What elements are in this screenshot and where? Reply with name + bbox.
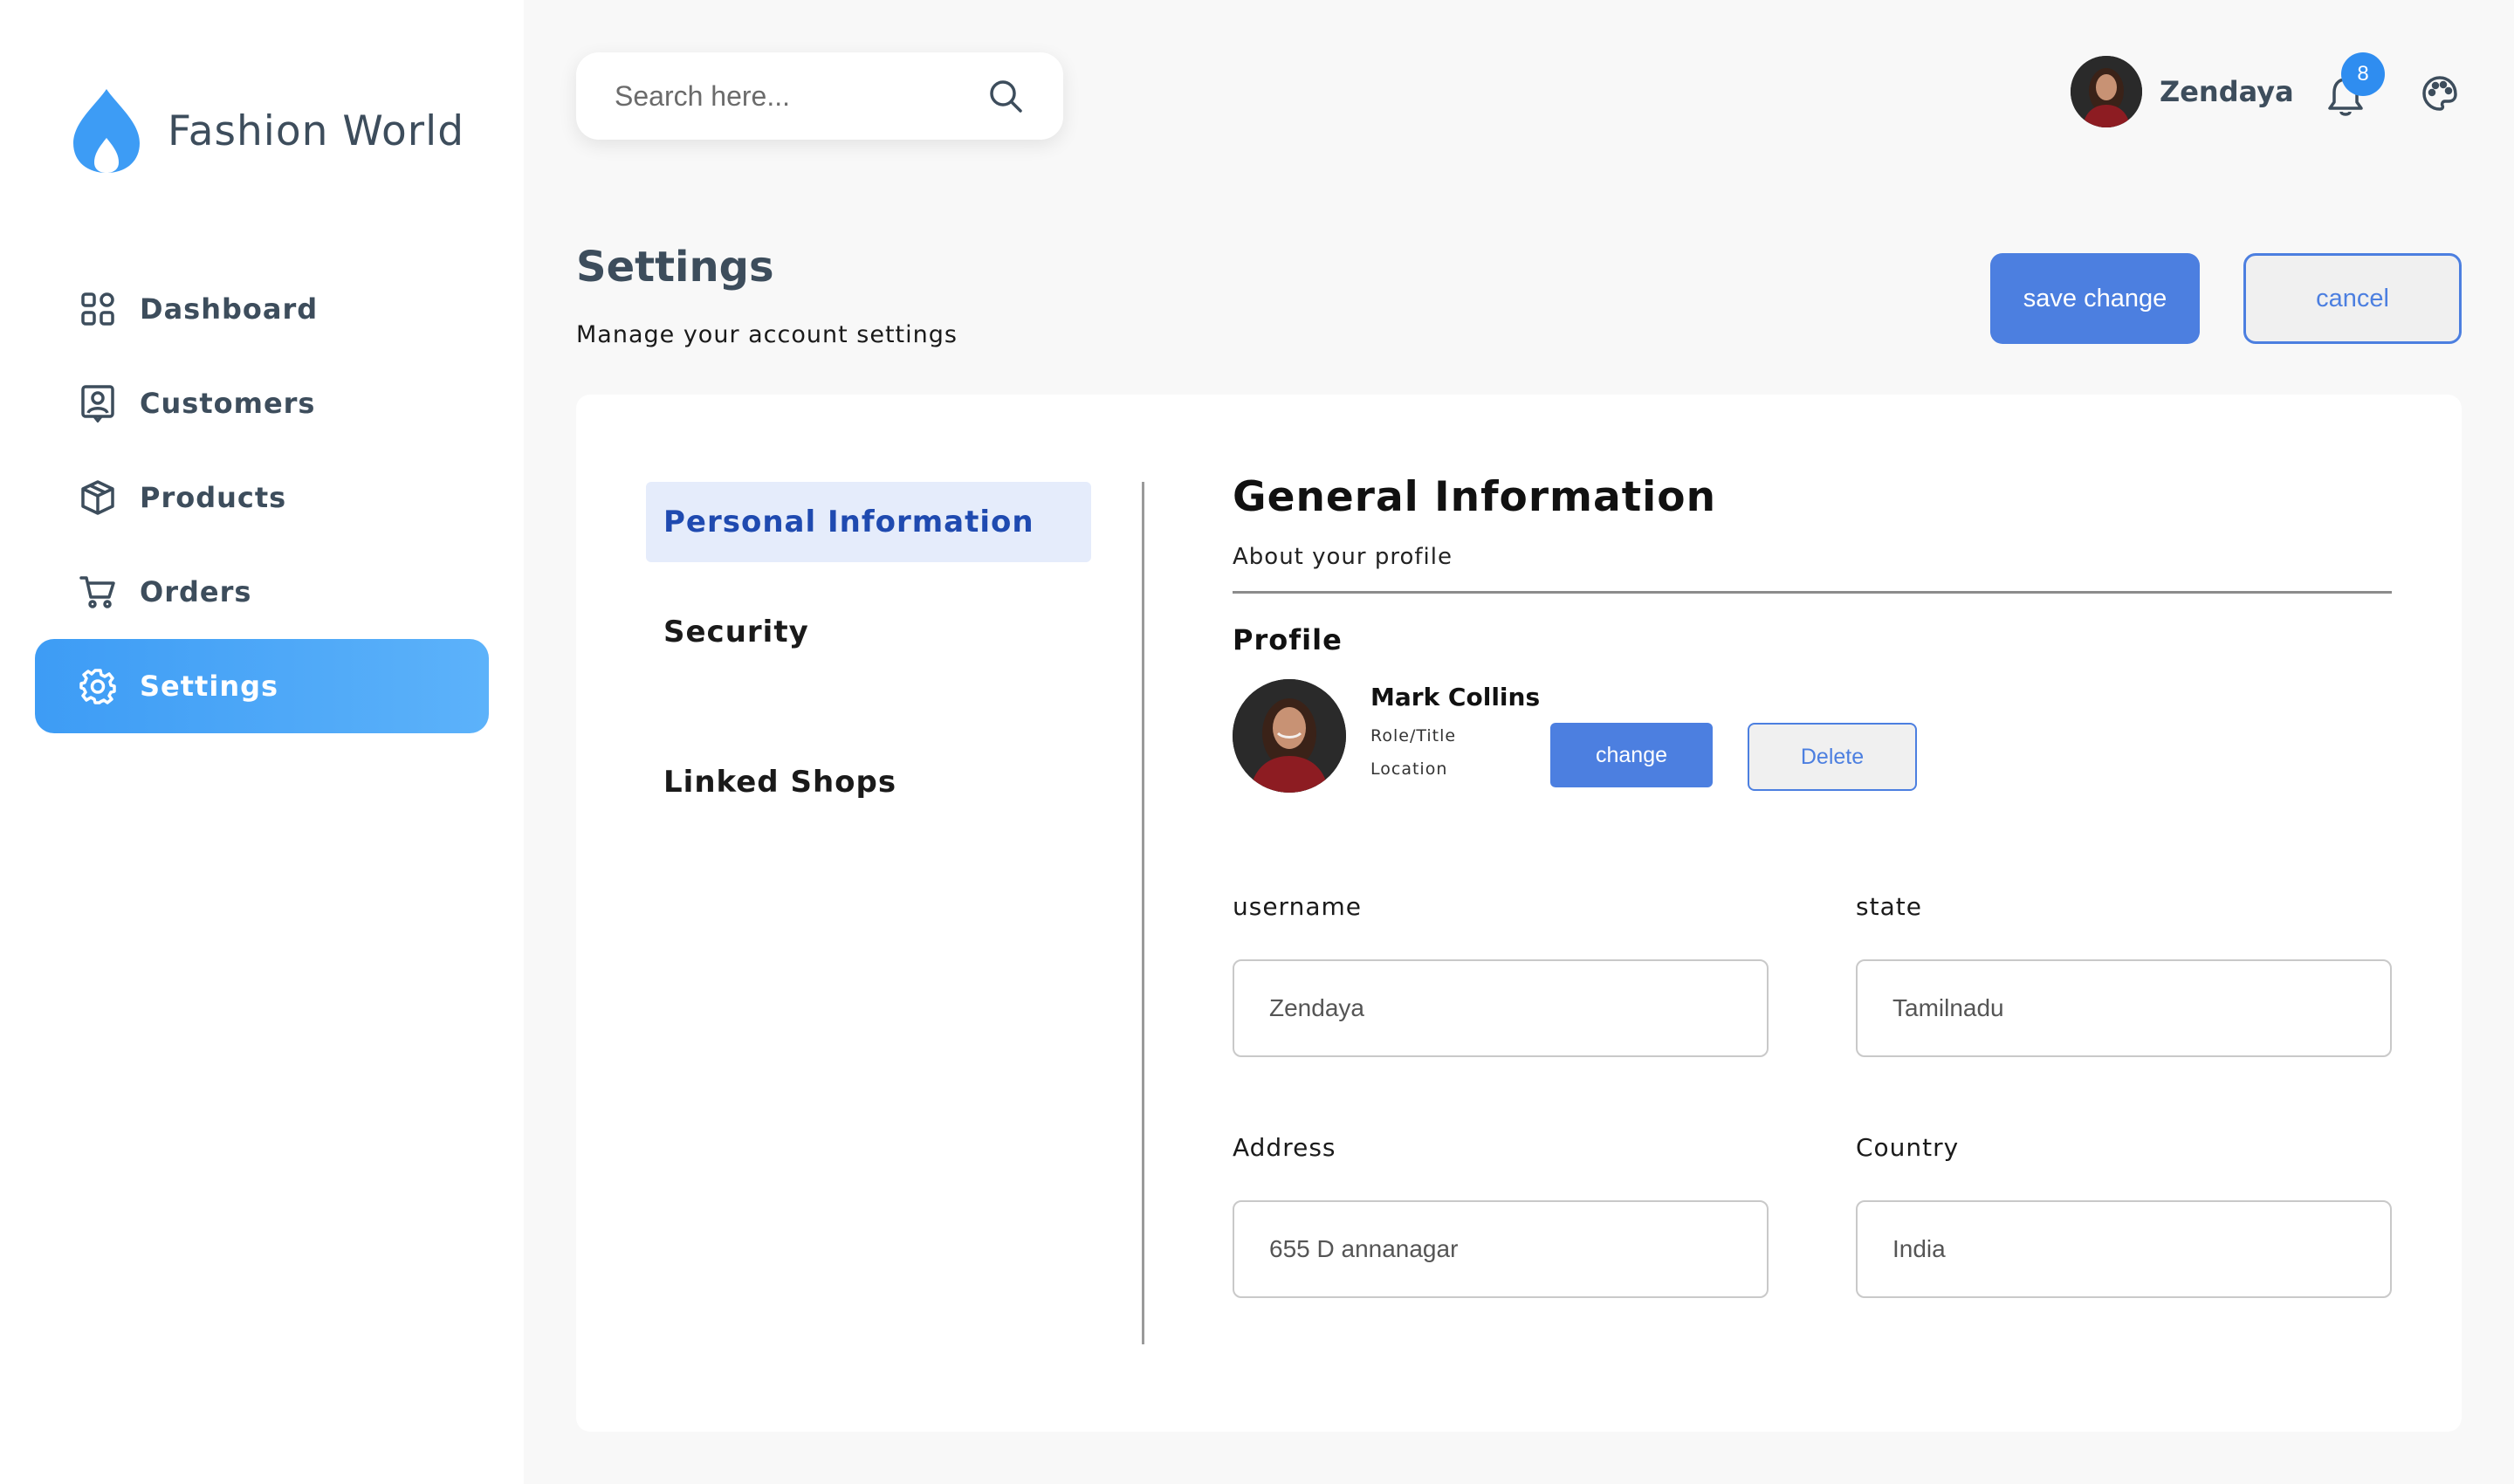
sidebar-item-settings[interactable]: Settings — [35, 639, 489, 733]
notification-badge[interactable]: 8 — [2341, 52, 2385, 96]
sidebar-item-dashboard[interactable]: Dashboard — [35, 262, 489, 356]
profile-form: username state Address Country — [1233, 892, 2392, 1329]
palette-icon[interactable] — [2418, 72, 2462, 115]
profile-row: Mark Collins Role/Title Location change … — [1233, 679, 2392, 794]
sidebar: Fashion World Dashboard Customers Produc… — [0, 0, 524, 1484]
search-input[interactable] — [615, 79, 986, 113]
brand[interactable]: Fashion World — [72, 87, 464, 175]
delete-photo-button[interactable]: Delete — [1748, 723, 1917, 791]
sidebar-item-customers[interactable]: Customers — [35, 356, 489, 450]
flame-icon — [72, 87, 141, 175]
sidebar-item-orders[interactable]: Orders — [35, 545, 489, 639]
username-label: username — [1233, 892, 1362, 921]
contact-card-icon — [79, 384, 117, 423]
profile-name: Mark Collins — [1370, 683, 1541, 711]
sidebar-item-label: Dashboard — [140, 292, 319, 326]
state-field[interactable] — [1856, 959, 2392, 1057]
state-label: state — [1856, 892, 1922, 921]
profile-avatar — [1233, 679, 1346, 793]
horizontal-divider — [1233, 591, 2392, 594]
general-information-panel: General Information About your profile P… — [1233, 473, 2392, 1329]
section-subtitle: About your profile — [1233, 544, 1453, 570]
user-name[interactable]: Zendaya — [2160, 75, 2294, 108]
app-root: Fashion World Dashboard Customers Produc… — [0, 0, 2514, 1484]
page-subtitle: Manage your account settings — [576, 321, 958, 348]
address-field-group: Address — [1233, 1133, 1769, 1298]
page-title: Settings — [576, 243, 774, 292]
address-field[interactable] — [1233, 1200, 1769, 1298]
address-label: Address — [1233, 1133, 1336, 1162]
search-box — [576, 52, 1063, 140]
box-icon — [79, 478, 117, 517]
profile-location: Location — [1370, 759, 1448, 779]
change-photo-button[interactable]: change — [1550, 723, 1713, 787]
sidebar-item-label: Orders — [140, 575, 252, 608]
profile-heading: Profile — [1233, 623, 1343, 656]
username-field[interactable] — [1233, 959, 1769, 1057]
save-button[interactable]: save change — [1990, 253, 2200, 344]
gear-icon — [79, 667, 117, 705]
tab-security[interactable]: Security — [646, 592, 1091, 672]
brand-name: Fashion World — [168, 106, 465, 155]
username-field-group: username — [1233, 892, 1769, 1057]
search-icon[interactable] — [986, 77, 1025, 115]
sidebar-item-label: Settings — [140, 670, 279, 703]
country-field[interactable] — [1856, 1200, 2392, 1298]
user-menu[interactable]: Zendaya — [2071, 56, 2294, 127]
country-field-group: Country — [1856, 1133, 2392, 1298]
profile-role: Role/Title — [1370, 726, 1457, 745]
sidebar-item-label: Customers — [140, 387, 316, 420]
tab-linked-shops[interactable]: Linked Shops — [646, 742, 1091, 822]
state-field-group: state — [1856, 892, 2392, 1057]
settings-card: Personal Information Security Linked Sho… — [576, 395, 2462, 1432]
country-label: Country — [1856, 1133, 1960, 1162]
cancel-button[interactable]: cancel — [2243, 253, 2462, 344]
avatar[interactable] — [2071, 56, 2142, 127]
sidebar-item-label: Products — [140, 481, 287, 514]
vertical-divider — [1142, 482, 1144, 1344]
section-title: General Information — [1233, 473, 1717, 521]
cart-icon — [79, 573, 117, 611]
tab-personal-information[interactable]: Personal Information — [646, 482, 1091, 562]
sidebar-item-products[interactable]: Products — [35, 450, 489, 545]
grid-icon — [79, 290, 117, 328]
